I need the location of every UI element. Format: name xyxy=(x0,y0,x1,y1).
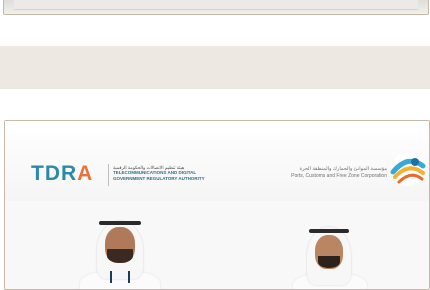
person-right xyxy=(285,221,375,289)
signing-photo-card[interactable]: TDRA هيئة تنظيم الاتصالات والحكومة الرقم… xyxy=(4,120,430,290)
top-image-content xyxy=(14,0,418,10)
tdra-logo: TDRA xyxy=(31,162,94,185)
pcfc-arabic-name: مؤسسة الموانئ والجمارك والمنطقة الحرة xyxy=(299,166,387,172)
event-backdrop-banner xyxy=(5,121,429,201)
tdra-english-line2: GOVERNMENT REGULATORY AUTHORITY xyxy=(113,175,205,181)
pcfc-logo-icon xyxy=(390,152,426,186)
person-left xyxy=(75,213,165,289)
tdra-name-block: هيئة تنظيم الاتصالات والحكومة الرقمية TE… xyxy=(113,165,223,181)
logo-divider xyxy=(108,164,109,186)
content-placeholder-strip xyxy=(0,46,430,89)
top-image-card[interactable] xyxy=(3,0,429,15)
pcfc-english-name: Ports, Customs and Free Zone Corporation xyxy=(291,173,387,179)
pcfc-name-block: مؤسسة الموانئ والجمارك والمنطقة الحرة Po… xyxy=(257,166,387,180)
